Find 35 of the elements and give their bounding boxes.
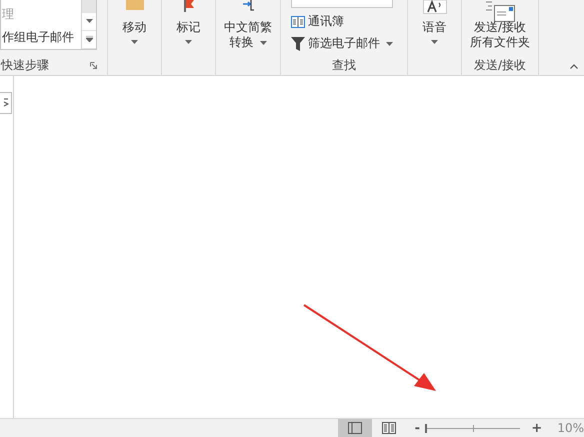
caret-icon bbox=[86, 19, 92, 24]
convert-icon bbox=[241, 0, 255, 12]
zoom-level: 10% bbox=[557, 421, 584, 435]
filter-icon bbox=[291, 36, 305, 50]
group-label: 快速步骤 bbox=[1, 56, 49, 74]
folder-icon bbox=[126, 0, 144, 10]
flag-icon bbox=[182, 0, 194, 12]
gallery-item[interactable]: 作组电子邮件 bbox=[2, 29, 81, 46]
button-label: 语音 bbox=[422, 20, 446, 35]
ribbon-button[interactable]: 语音 bbox=[418, 0, 450, 55]
expand-pane-button[interactable] bbox=[0, 92, 12, 114]
normal-view-icon bbox=[348, 422, 362, 434]
ribbon-button[interactable]: 通讯簿 bbox=[291, 13, 403, 30]
collapse-ribbon-icon bbox=[570, 64, 578, 69]
view-button[interactable] bbox=[338, 419, 372, 437]
chevron-icon bbox=[2, 98, 8, 108]
ribbon-button[interactable]: 中文简繁 转换 bbox=[220, 0, 276, 55]
button-label: 发送/接收 bbox=[474, 20, 526, 35]
group-label: 查找 bbox=[332, 56, 356, 74]
button-label: 中文简繁 bbox=[224, 20, 272, 35]
button-label: 标记 bbox=[176, 20, 200, 35]
ribbon-button[interactable]: 移动 bbox=[118, 0, 150, 55]
more-icon bbox=[86, 36, 92, 42]
ribbon-button[interactable]: 标记 bbox=[172, 0, 204, 55]
ribbon-button[interactable]: 筛选电子邮件 bbox=[291, 35, 403, 52]
button-label: 所有文件夹 bbox=[470, 35, 530, 50]
search-field[interactable] bbox=[291, 0, 393, 8]
button-label: 移动 bbox=[122, 20, 146, 35]
button-label: 转换 bbox=[230, 35, 254, 50]
group-label: 发送/接收 bbox=[474, 56, 526, 74]
address-book-icon bbox=[291, 16, 305, 28]
zoom-out-button[interactable]: - bbox=[412, 420, 423, 436]
reading-view-icon bbox=[382, 422, 396, 434]
zoom-in-button[interactable]: + bbox=[528, 420, 546, 436]
ribbon-button[interactable]: 发送/接收 所有文件夹 bbox=[466, 0, 534, 55]
